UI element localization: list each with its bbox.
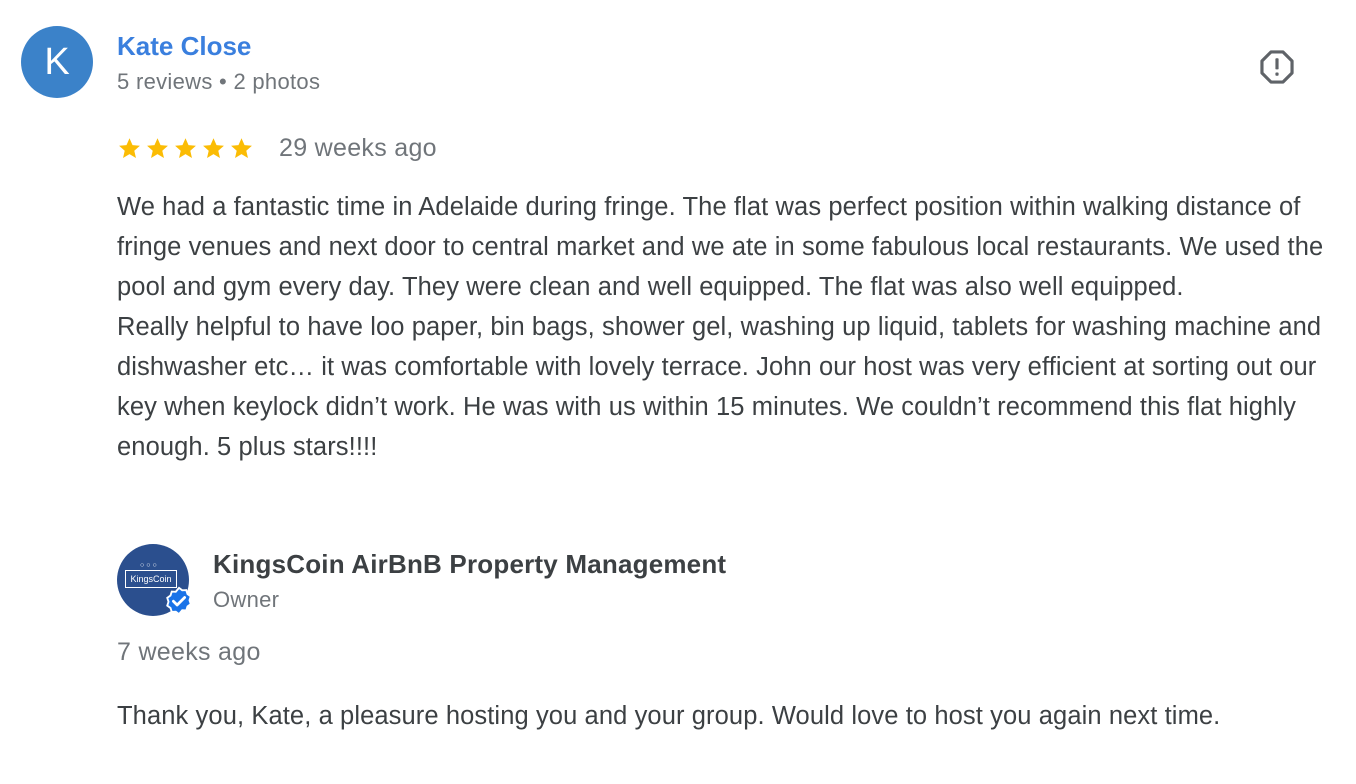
response-text: Thank you, Kate, a pleasure hosting you … xyxy=(117,702,1221,730)
owner-role: Owner xyxy=(213,587,280,612)
review-text: We had a fantastic time in Adelaide duri… xyxy=(117,193,1324,461)
reviewer-name-link[interactable]: Kate Close xyxy=(117,30,251,62)
report-review-button[interactable] xyxy=(1256,46,1298,88)
verified-check-icon xyxy=(166,586,192,616)
star-icon xyxy=(119,137,140,158)
review-date: 29 weeks ago xyxy=(279,133,437,162)
reviewer-meta: 5 reviews • 2 photos xyxy=(117,69,321,94)
owner-name: KingsCoin AirBnB Property Management xyxy=(213,549,727,579)
reviewer-avatar[interactable]: K xyxy=(21,26,93,98)
rating-row: 29 weeks ago xyxy=(117,130,437,166)
star-rating xyxy=(117,136,254,161)
response-date: 7 weeks ago xyxy=(117,638,261,666)
star-icon xyxy=(147,137,168,158)
star-icon xyxy=(231,137,252,158)
star-icon xyxy=(203,137,224,158)
owner-logo-dots: ○○○ xyxy=(140,562,159,569)
star-icon xyxy=(175,137,196,158)
report-flag-icon xyxy=(1260,50,1294,84)
